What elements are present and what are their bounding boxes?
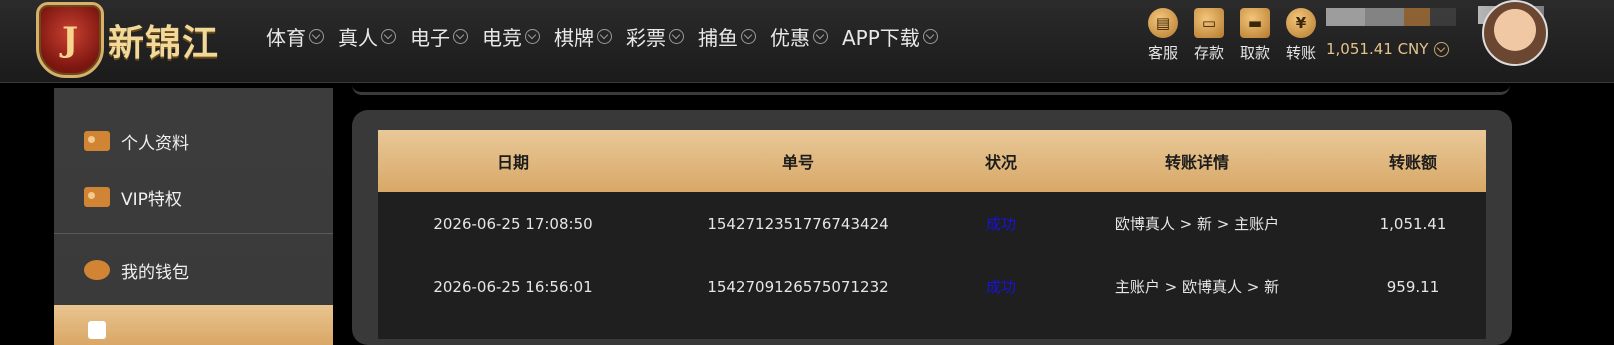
customer-service-button[interactable]: ▤ 客服 [1140, 8, 1186, 63]
sidebar-item-wallet[interactable]: 我的钱包 [54, 242, 333, 298]
cell-amount: 1,051.41 [1379, 214, 1447, 233]
cell-date: 2026-06-25 16:56:01 [433, 277, 593, 296]
cell-transfer-detail: 欧博真人 > 新 > 主账户 [1114, 215, 1280, 233]
sidebar-item-vip[interactable]: VIP特权 [54, 169, 333, 225]
cell-status: 成功 [985, 215, 1016, 233]
chat-icon: ▤ [1148, 8, 1178, 38]
action-label: 转账 [1285, 44, 1316, 62]
header-order-number: 单号 [781, 153, 814, 172]
balance-dropdown[interactable]: 1,051.41 CNY [1326, 40, 1456, 58]
table-row: 2026-06-25 16:56:01 1542709126575071232 … [378, 255, 1486, 318]
nav-item-slots[interactable]: 电子 [410, 20, 468, 52]
sidebar-item-label: 个人资料 [121, 133, 189, 154]
deposit-button[interactable]: ▭ 存款 [1186, 8, 1232, 63]
nav-label: 体育 [266, 25, 306, 50]
nav-item-promotions[interactable]: 优惠 [770, 20, 828, 52]
chevron-down-icon [813, 28, 828, 44]
username-redacted [1326, 8, 1456, 26]
sidebar-item-active[interactable] [54, 305, 333, 345]
nav-label: 棋牌 [554, 25, 594, 50]
yuan-coin-icon: ¥ [1286, 8, 1316, 38]
vip-card-icon [84, 187, 110, 207]
nav-item-sports[interactable]: 体育 [266, 20, 324, 52]
header-amount: 转账额 [1388, 153, 1437, 172]
sidebar-item-label: 我的钱包 [121, 262, 189, 283]
nav-label: APP下载 [842, 25, 920, 50]
balance-value: 1,051.41 CNY [1326, 40, 1429, 58]
chevron-down-icon [525, 28, 540, 44]
nav-label: 电竞 [482, 25, 522, 50]
transfer-button[interactable]: ¥ 转账 [1278, 8, 1324, 63]
sidebar-item-profile[interactable]: 个人资料 [54, 113, 333, 169]
nav-label: 电子 [410, 25, 450, 50]
cell-amount: 959.11 [1386, 277, 1440, 296]
avatar[interactable] [1482, 0, 1548, 66]
sidebar-item-label: VIP特权 [121, 189, 182, 210]
chevron-down-icon [381, 28, 396, 44]
chevron-down-icon [453, 28, 468, 44]
chevron-down-icon [597, 28, 612, 44]
action-label: 客服 [1147, 44, 1178, 62]
record-icon [88, 321, 106, 339]
chevron-down-icon [309, 28, 324, 44]
cell-order-number: 1542712351776743424 [707, 214, 889, 233]
logo-shield-icon: J [36, 2, 104, 78]
user-info: 1,051.41 CNY [1326, 8, 1456, 58]
chevron-down-icon [1434, 41, 1450, 57]
piggy-bank-icon [84, 260, 110, 280]
account-actions: ▤ 客服 ▭ 存款 ▬ 取款 ¥ 转账 [1140, 8, 1324, 63]
account-sidebar: 个人资料 VIP特权 我的钱包 [54, 88, 333, 345]
logo-text: 新锦江 [108, 22, 220, 64]
cell-status: 成功 [985, 278, 1016, 296]
table-row: 2026-06-25 17:08:50 1542712351776743424 … [378, 192, 1486, 255]
nav-item-live-casino[interactable]: 真人 [338, 20, 396, 52]
nav-item-lottery[interactable]: 彩票 [626, 20, 684, 52]
content-top-edge [352, 82, 1510, 95]
id-card-icon [84, 131, 110, 151]
nav-item-cards[interactable]: 棋牌 [554, 20, 612, 52]
wallet-icon: ▭ [1194, 8, 1224, 38]
main-nav: 体育 真人 电子 电竞 棋牌 彩票 捕鱼 优惠 APP下载 [266, 20, 952, 52]
action-label: 存款 [1193, 44, 1224, 62]
table-header: 日期 单号 状况 转账详情 转账额 [378, 130, 1486, 192]
nav-label: 真人 [338, 25, 378, 50]
chevron-down-icon [669, 28, 684, 44]
header-transfer-detail: 转账详情 [1164, 153, 1229, 172]
header-status: 状况 [984, 153, 1017, 172]
chevron-down-icon [741, 28, 756, 44]
transfer-records-table: 日期 单号 状况 转账详情 转账额 2026-06-25 17:08:50 15… [378, 130, 1486, 339]
logo-letter: J [61, 20, 79, 60]
cell-transfer-detail: 主账户 > 欧博真人 > 新 [1114, 278, 1280, 296]
top-navigation-bar: J 新锦江 体育 真人 电子 电竞 棋牌 彩票 捕鱼 优惠 APP下载 ▤ 客服… [0, 0, 1614, 83]
chevron-down-icon [922, 28, 938, 44]
nav-item-app-download[interactable]: APP下载 [842, 20, 938, 52]
cash-icon: ▬ [1240, 8, 1270, 38]
withdraw-button[interactable]: ▬ 取款 [1232, 8, 1278, 63]
sidebar-divider [54, 233, 333, 234]
cell-date: 2026-06-25 17:08:50 [433, 214, 593, 233]
nav-label: 彩票 [626, 25, 666, 50]
action-label: 取款 [1239, 44, 1270, 62]
site-logo[interactable]: J 新锦江 [36, 2, 219, 78]
cell-order-number: 1542709126575071232 [707, 277, 889, 296]
header-date: 日期 [496, 153, 529, 172]
nav-item-fishing[interactable]: 捕鱼 [698, 20, 756, 52]
nav-label: 捕鱼 [698, 25, 738, 50]
nav-item-esports[interactable]: 电竞 [482, 20, 540, 52]
nav-label: 优惠 [770, 25, 810, 50]
